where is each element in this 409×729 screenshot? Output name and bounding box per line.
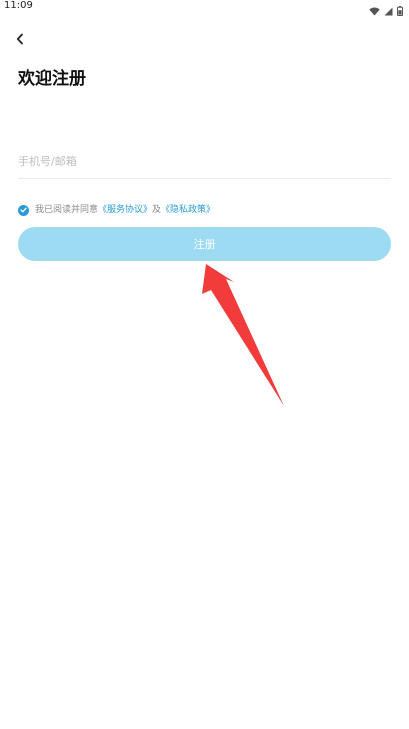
agreement-prefix: 我已阅读并同意 (35, 205, 99, 215)
register-button[interactable]: 注册 (18, 227, 391, 261)
signal-icon (384, 1, 393, 20)
account-input[interactable] (18, 148, 391, 174)
agreement-conjunction: 及 (152, 205, 162, 215)
account-field (18, 148, 391, 179)
red-arrow-annotation (202, 264, 284, 406)
page-title: 欢迎注册 (18, 69, 86, 89)
privacy-policy-link[interactable]: 《隐私政策》 (161, 203, 215, 217)
agreement-row: 我已阅读并同意 《服务协议》 及 《隐私政策》 (18, 203, 215, 217)
status-time: 11:09 (4, 0, 33, 11)
battery-icon (397, 1, 403, 20)
check-icon (20, 207, 27, 213)
status-bar: 11:09 (0, 0, 409, 17)
wifi-icon (369, 1, 380, 20)
chevron-left-icon (15, 30, 25, 49)
status-icons (369, 1, 403, 20)
register-screen: 11:09 欢迎注册 手机号/邮箱 我已阅读并同意 《服务协议》 及 《隐私政策… (0, 0, 409, 729)
service-agreement-link[interactable]: 《服务协议》 (98, 203, 152, 217)
agreement-checkbox[interactable] (18, 204, 29, 216)
back-button[interactable] (10, 30, 30, 48)
